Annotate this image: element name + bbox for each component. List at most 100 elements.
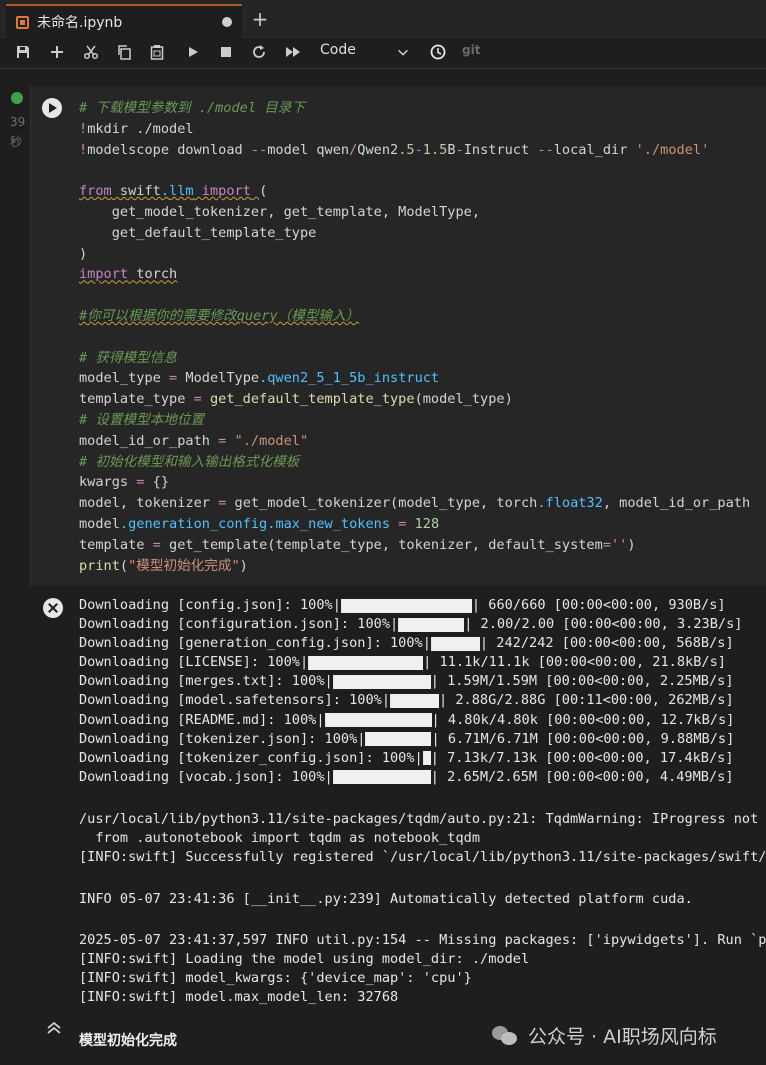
error-icon[interactable] [43,598,63,618]
download-row: Downloading [tokenizer.json]: 100%| | 6.7… [79,730,766,749]
progress-bar [324,713,432,728]
download-label: Downloading [vocab.json]: 100%| [79,768,333,785]
code-token: from [79,183,112,200]
progress-bar [422,751,431,766]
run-icon[interactable] [182,41,204,63]
notebook-tab[interactable]: 未命名.ipynb [6,4,242,38]
code-token: './model' [635,141,710,158]
save-icon[interactable] [12,41,34,63]
code-line[interactable]: model_id_or_path = "./model" [79,431,766,452]
download-stats: | 4.80k/4.80k [00:00<00:00, 12.7kB/s] [431,711,735,728]
output-line: [INFO:swift] Successfully registered `/u… [79,849,766,865]
code-token: kwargs [79,474,137,491]
notebook-toolbar: Code git [0,38,766,66]
run-cell-icon[interactable] [42,98,62,118]
code-token: = [169,370,178,387]
code-token: ! [79,120,88,137]
code-line[interactable]: get_model_tokenizer, get_template, Model… [79,202,766,223]
code-token: "模型初始化完成" [128,557,240,574]
code-token: '' [611,536,628,553]
code-editor[interactable]: # 下载模型参数到 ./model 目录下 !mkdir ./model ! mode… [79,98,766,576]
code-token: # 下载模型参数到 ./model 目录下 [79,100,305,116]
stop-icon[interactable] [215,41,237,63]
clock-icon[interactable] [427,41,449,63]
code-token: model qwen [267,141,350,158]
paste-icon[interactable] [146,41,168,63]
download-row: Downloading [README.md]: 100%| | 4.80k/4.… [79,711,766,730]
output-line: [INFO:swift] Loading the model using mod… [79,951,530,967]
progress-bar [332,770,431,785]
code-line[interactable]: !modelscope download --model qwen/Qwen2.… [79,140,766,161]
copy-icon[interactable] [113,41,135,63]
output-line: [INFO:swift] model.max_model_len: 32768 [79,989,399,1005]
code-line[interactable]: print("模型初始化完成") [79,556,766,577]
code-token: -- [250,141,268,158]
progress-bar [308,655,424,670]
cut-icon[interactable] [80,41,102,63]
wechat-icon [492,1025,518,1046]
code-line[interactable]: import torch [79,264,766,285]
watermark-text: 公众号 · AI职场风向标 [528,1026,717,1048]
download-label: Downloading [merges.txt]: 100%| [79,673,333,690]
add-icon[interactable] [46,41,68,63]
code-line[interactable]: ) [79,244,766,265]
code-line[interactable]: # 获得模型信息 [79,348,766,369]
run-all-icon[interactable] [282,41,304,63]
collapse-icon[interactable] [44,1018,64,1038]
code-line[interactable]: !mkdir ./model [79,119,766,140]
cell-type-select[interactable]: Code [320,42,356,58]
code-token: import [193,183,251,200]
download-label: Downloading [generation_config.json]: 10… [79,635,431,652]
code-line[interactable]: model_type = ModelType.qwen2_5_1_5b_inst… [79,368,766,389]
progress-bar [332,674,431,689]
code-line[interactable] [79,160,766,181]
code-line[interactable] [79,285,766,306]
progress-bar [430,636,480,651]
code-line[interactable]: from swift.llm import ( [79,181,766,202]
code-token: ! [79,141,88,158]
code-line[interactable]: get_default_template_type [79,223,766,244]
code-token: "./model" [226,432,309,449]
chevron-down-icon[interactable] [396,44,410,63]
new-tab-button[interactable]: + [248,8,272,32]
code-line[interactable]: kwargs = {} [79,472,766,493]
code-token: print [79,557,120,574]
code-token: get_template(template_type, tokenizer, d… [160,536,603,553]
code-token: template_type [79,391,194,408]
code-line[interactable]: # 初始化模型和输入输出格式化模板 [79,452,766,473]
code-line[interactable]: # 设置模型本地位置 [79,410,766,431]
code-line[interactable]: #你可以根据你的需要修改query（模型输入） [79,306,766,327]
download-stats: | 6.71M/6.71M [00:00<00:00, 9.88MB/s] [431,730,735,747]
unsaved-dot-icon[interactable] [222,17,232,27]
code-line[interactable]: model, tokenizer = get_model_tokenizer(m… [79,493,766,514]
git-button[interactable]: git [462,43,480,57]
success-check-icon [11,92,23,104]
code-token: #你可以根据你的需要修改query（模型输入） [79,307,360,324]
output-line: [INFO:swift] model_kwargs: {'device_map'… [79,970,472,986]
code-token: swift [111,183,161,200]
download-label: Downloading [tokenizer_config.json]: 100… [79,749,423,766]
download-progress-list: Downloading [config.json]: 100%| | 660/66… [79,596,766,787]
download-row: Downloading [configuration.json]: 100%| |… [79,615,766,634]
download-stats: | 2.00/2.00 [00:00<00:00, 3.23B/s] [464,616,743,633]
code-token: get_default_template_type [79,224,317,241]
code-token: model_type [79,370,170,387]
code-token: ) [627,536,636,553]
code-token: get_model_tokenizer(model_type, torch [226,495,538,512]
code-token: 128 [406,515,440,532]
code-token: . [537,495,546,512]
code-line[interactable]: # 下载模型参数到 ./model 目录下 [79,98,766,119]
restart-icon[interactable] [248,41,270,63]
code-line[interactable] [79,327,766,348]
code-line[interactable]: template = get_template(template_type, t… [79,535,766,556]
download-stats: | 2.88G/2.88G [00:11<00:00, 262MB/s] [439,692,734,709]
code-token: - [414,141,423,158]
code-token: -- [537,141,554,158]
code-token: = [602,536,611,553]
code-line[interactable]: model.generation_config.max_new_tokens =… [79,514,766,535]
download-label: Downloading [configuration.json]: 100%| [79,616,399,633]
code-line[interactable]: template_type = get_default_template_typ… [79,389,766,410]
code-token: torch [128,266,178,283]
progress-bar [398,617,465,632]
